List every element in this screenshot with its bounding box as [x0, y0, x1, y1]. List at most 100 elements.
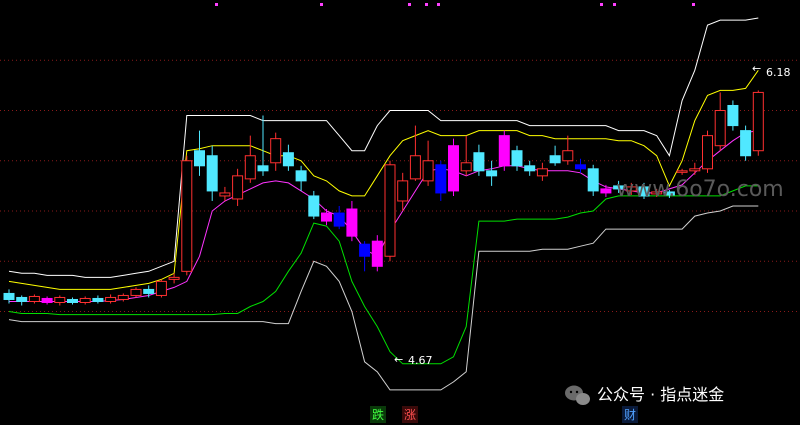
candle-8 — [105, 294, 117, 304]
candle-12 — [155, 279, 167, 298]
candle-6 — [79, 296, 91, 305]
candle-body — [295, 170, 307, 182]
top-marker-7 — [692, 3, 695, 6]
candle-36 — [460, 135, 472, 176]
low-arrow: ← — [394, 353, 403, 366]
candle-body — [397, 180, 409, 202]
candle-body — [575, 164, 586, 170]
candle-44 — [562, 135, 574, 165]
candle-16 — [206, 145, 218, 201]
top-marker-5 — [600, 3, 603, 6]
candle-47 — [600, 184, 612, 197]
grid-lines — [0, 3, 800, 313]
candle-28 — [359, 241, 371, 272]
candle-body — [714, 110, 726, 147]
watermark-text: www.6o7o.com — [616, 177, 783, 202]
candle-body — [498, 135, 510, 167]
marker-fall-text: 跌 — [372, 407, 384, 422]
candle-body — [16, 296, 28, 302]
candle-body — [346, 208, 358, 237]
candle-body — [409, 155, 421, 180]
candle-3 — [41, 296, 53, 305]
band-lower-inner-line — [8, 185, 759, 365]
marker-rise-text: 涨 — [404, 407, 416, 422]
candle-body — [244, 155, 256, 180]
candle-35 — [448, 138, 459, 196]
candle-10 — [130, 287, 142, 298]
candle-21 — [270, 132, 282, 171]
candle-41 — [524, 160, 536, 176]
candle-18 — [232, 168, 244, 206]
low-price-label: 4.67 — [408, 354, 433, 367]
candle-4 — [54, 295, 66, 306]
candle-body — [257, 165, 269, 172]
candle-body — [155, 280, 167, 296]
candle-19 — [244, 135, 256, 183]
candle-body — [67, 298, 78, 303]
candle-2 — [28, 294, 40, 304]
candle-43 — [549, 145, 561, 166]
candlestick-chart: www.6o7o.com ← 6.18 ← 4.67 跌 涨 财 公众号 · 指… — [0, 3, 800, 423]
candle-26 — [333, 206, 345, 230]
candle-46 — [587, 164, 599, 196]
candle-body — [448, 145, 459, 192]
candle-body — [422, 160, 434, 182]
candle-27 — [346, 200, 358, 242]
high-arrow: ← — [752, 62, 761, 75]
candle-body — [689, 168, 701, 172]
top-marker-1 — [320, 3, 323, 6]
candle-body — [79, 297, 91, 303]
candle-body — [511, 150, 523, 167]
candle-body — [536, 168, 548, 177]
bottom-marker-finance: 财 — [622, 406, 638, 423]
candle-5 — [67, 297, 78, 305]
candle-body — [130, 288, 142, 296]
candle-37 — [473, 144, 485, 176]
candle-body — [3, 292, 15, 300]
candle-body — [752, 91, 764, 152]
candle-body — [168, 276, 180, 280]
candle-body — [676, 170, 688, 173]
source-badge: 公众号 · 指点迷金 — [565, 385, 724, 405]
candle-body — [473, 152, 485, 172]
source-label: 公众号 · 指点迷金 — [597, 385, 724, 404]
candle-7 — [92, 295, 104, 304]
candle-25 — [321, 209, 332, 226]
bottom-marker-rise: 涨 — [402, 406, 418, 423]
wechat-icon — [565, 385, 590, 405]
candle-body — [371, 240, 383, 267]
candle-body — [206, 155, 218, 192]
candle-14 — [181, 155, 193, 276]
candle-body — [308, 195, 320, 217]
candle-body — [194, 150, 205, 167]
candle-15 — [194, 130, 205, 176]
top-marker-3 — [425, 3, 428, 6]
candle-58 — [740, 125, 752, 161]
candle-body — [384, 164, 396, 257]
candle-body — [282, 152, 294, 167]
marker-finance-text: 财 — [624, 408, 636, 422]
candle-body — [562, 150, 574, 162]
high-price-label: 6.18 — [766, 66, 791, 79]
candle-body — [702, 135, 713, 170]
candle-body — [105, 296, 117, 302]
top-marker-0 — [215, 3, 218, 6]
candle-body — [143, 288, 155, 294]
band-lines — [8, 17, 759, 391]
candle-23 — [295, 165, 307, 191]
low-annotation: ← 4.67 — [394, 353, 433, 367]
candle-1 — [16, 295, 28, 306]
candle-body — [460, 162, 472, 172]
candle-body — [92, 297, 104, 302]
top-marker-4 — [437, 3, 440, 6]
candle-body — [41, 297, 53, 303]
candle-34 — [435, 160, 447, 201]
candle-33 — [422, 140, 434, 186]
candle-body — [486, 170, 498, 177]
candle-39 — [498, 130, 510, 171]
candle-20 — [257, 115, 269, 176]
candle-body — [232, 175, 244, 200]
candle-53 — [676, 168, 688, 175]
candle-30 — [384, 160, 396, 262]
candle-body — [28, 295, 40, 302]
